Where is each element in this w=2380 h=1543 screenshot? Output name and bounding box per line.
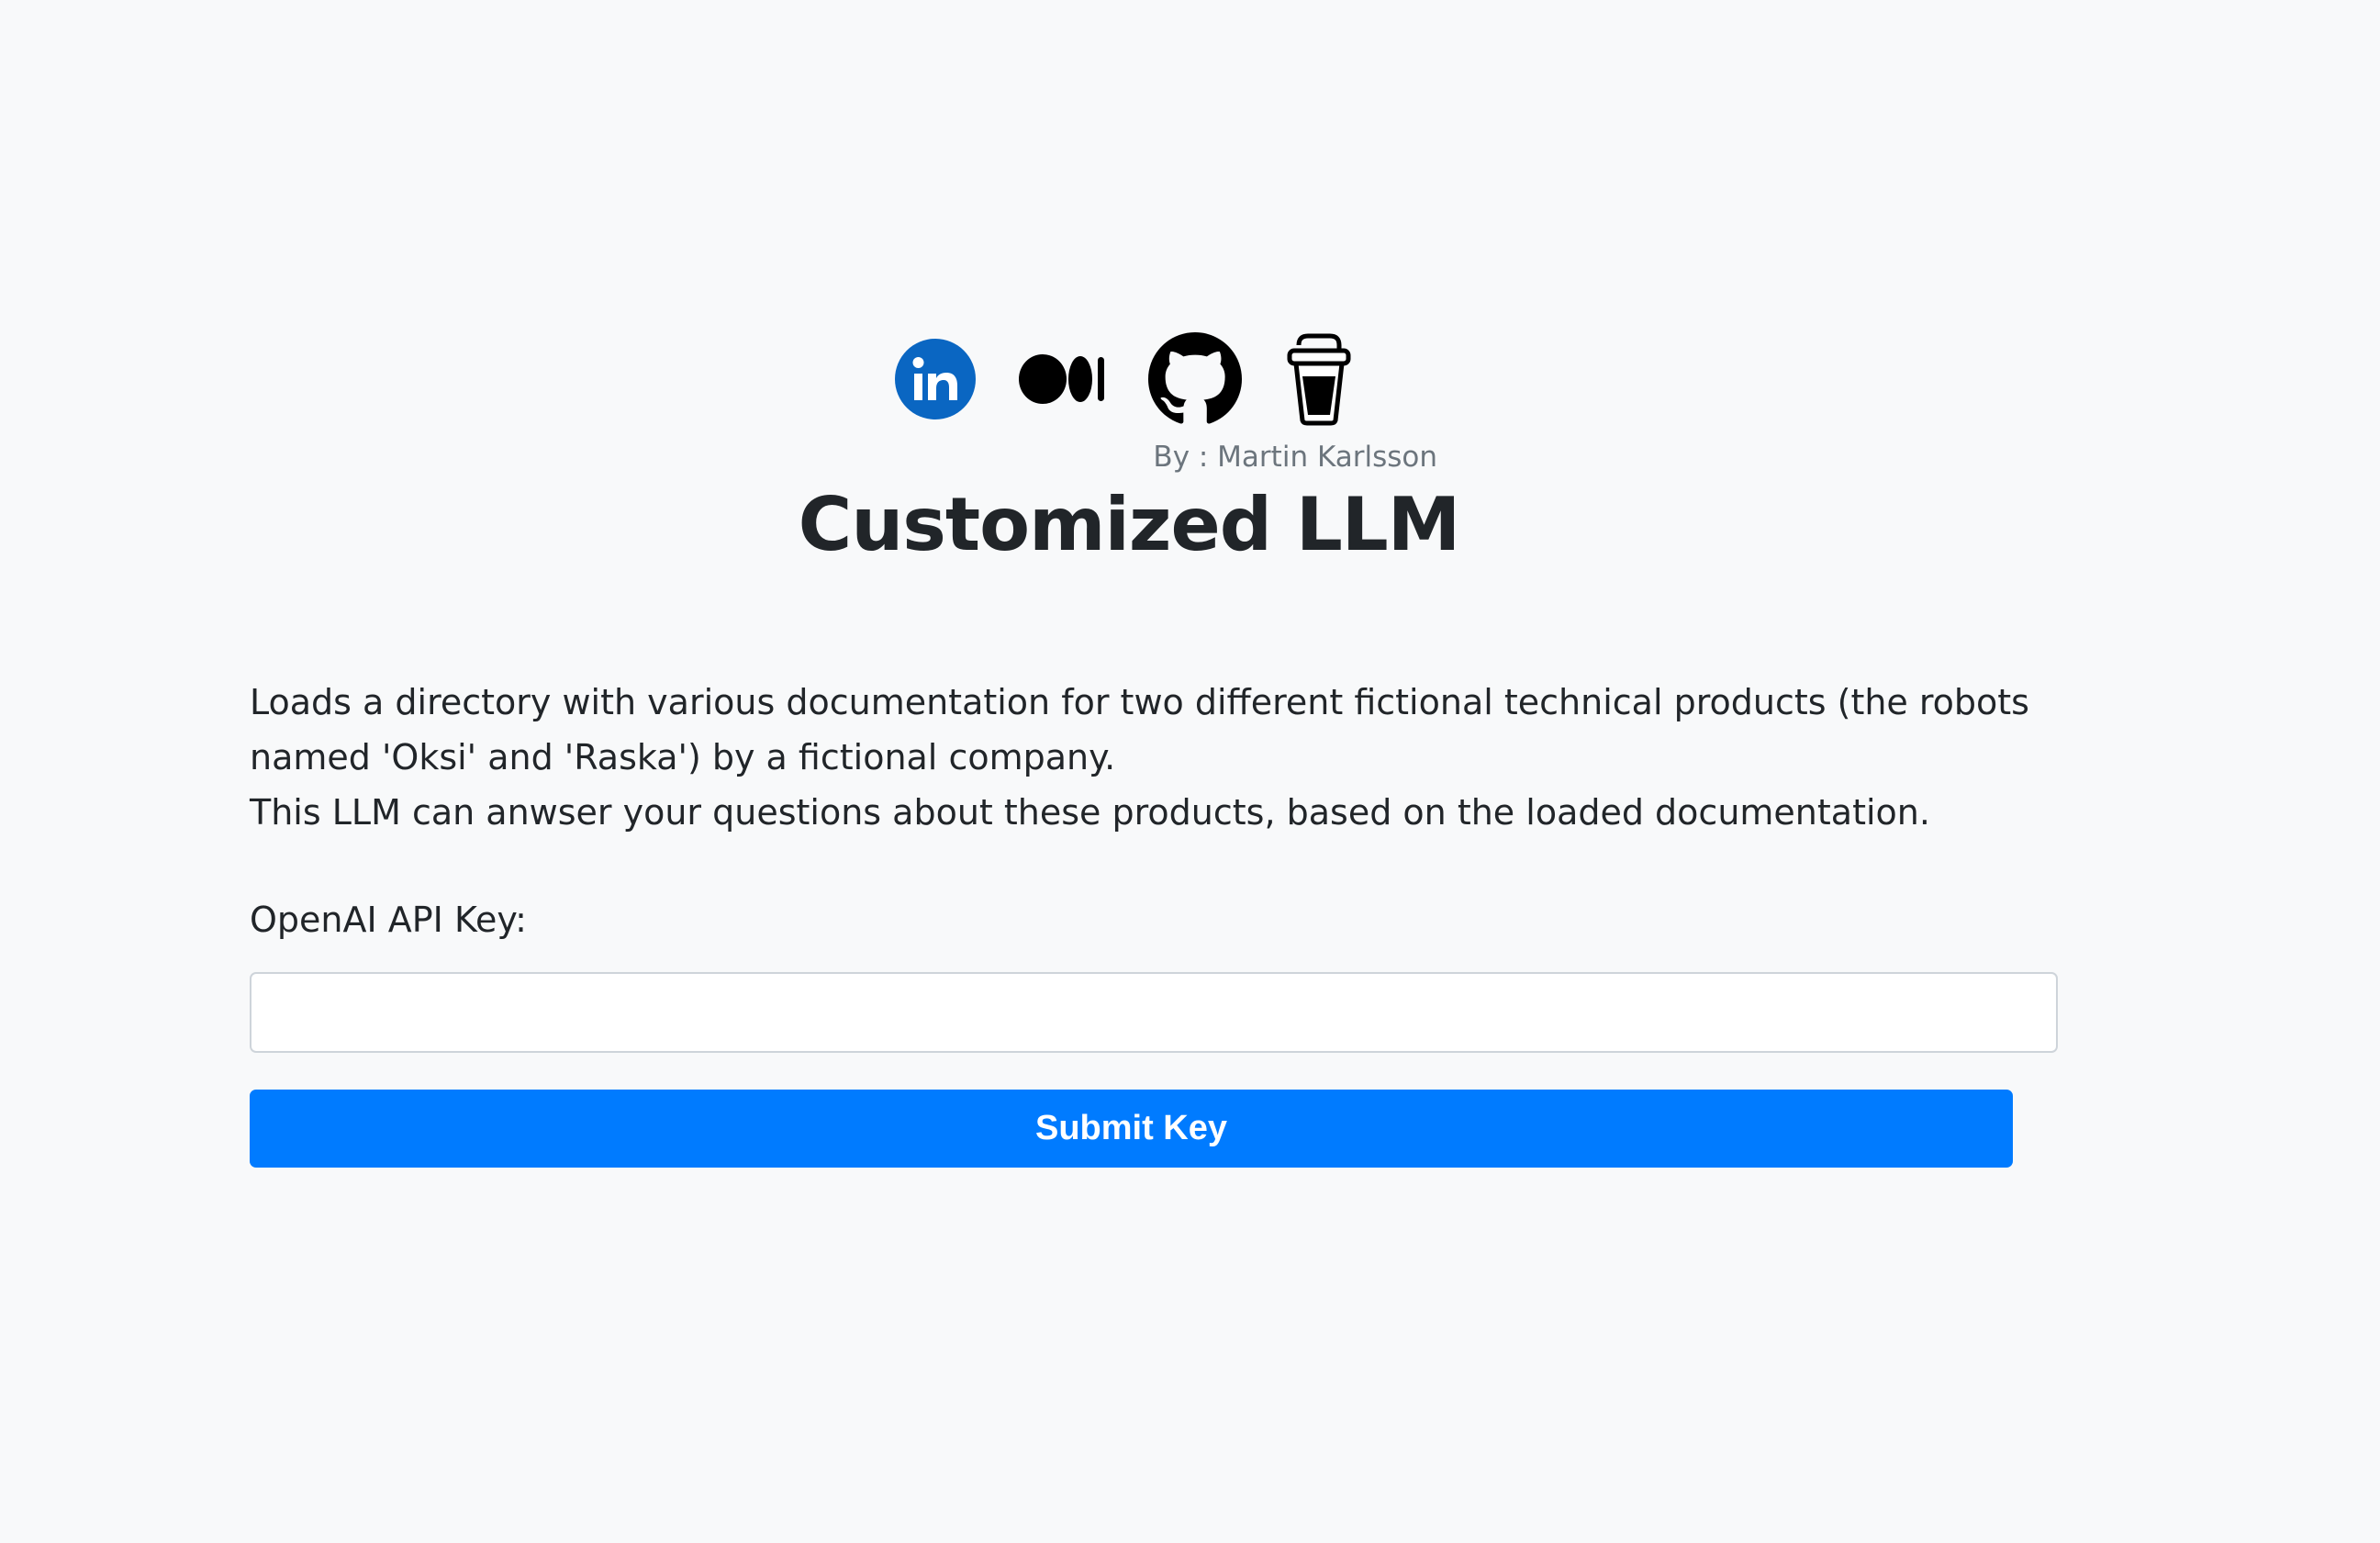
social-links [895, 330, 1353, 427]
api-key-input[interactable] [250, 972, 2058, 1053]
submit-key-button[interactable]: Submit Key [250, 1090, 2013, 1168]
medium-link[interactable] [1019, 352, 1105, 407]
linkedin-link[interactable] [895, 338, 976, 419]
description-paragraph-1: Loads a directory with various documenta… [250, 682, 2029, 777]
page: By : Martin Karlsson Customized LLM Load… [0, 0, 2380, 1543]
api-key-label: OpenAI API Key: [250, 900, 527, 940]
github-link[interactable] [1148, 331, 1242, 426]
coffee-link[interactable] [1285, 332, 1353, 426]
linkedin-icon [895, 338, 976, 419]
medium-icon [1019, 353, 1104, 404]
description-paragraph-2: This LLM can anwser your questions about… [250, 792, 1930, 833]
page-title: Customized LLM [798, 482, 1461, 567]
author-byline: By : Martin Karlsson [1153, 441, 1437, 474]
app-description: Loads a directory with various documenta… [250, 675, 2104, 840]
buy-me-a-coffee-icon [1287, 333, 1351, 425]
github-icon [1148, 331, 1242, 423]
